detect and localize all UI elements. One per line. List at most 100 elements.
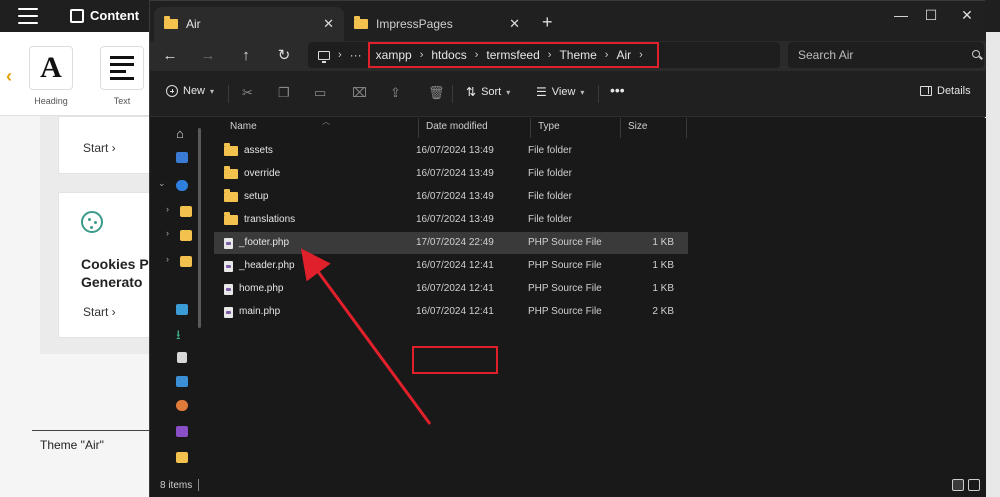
search-box[interactable] xyxy=(788,42,984,68)
widget-text[interactable] xyxy=(100,46,144,90)
file-row[interactable]: home.php 16/07/2024 12:41 PHP Source File 1… xyxy=(214,278,688,300)
file-date: 16/07/2024 13:49 xyxy=(416,214,494,225)
breadcrumb-htdocs[interactable]: htdocs xyxy=(431,48,466,62)
file-size: 1 KB xyxy=(652,283,674,294)
close-window-icon[interactable]: ✕ xyxy=(952,7,982,24)
cut-icon[interactable]: ✂ xyxy=(242,85,253,101)
theme-label: Theme "Air" xyxy=(40,438,104,452)
cms-content-title[interactable]: Content xyxy=(70,8,139,23)
widget-text-label: Text xyxy=(113,96,131,106)
column-header-date[interactable]: Date modified xyxy=(418,118,530,138)
documents-icon[interactable] xyxy=(177,352,187,363)
navpane-scrollbar[interactable] xyxy=(198,128,201,328)
onedrive-cloud-icon[interactable] xyxy=(176,180,188,191)
search-input[interactable] xyxy=(798,48,958,62)
paste-icon[interactable]: ▭ xyxy=(314,85,326,101)
breadcrumb-termsfeed[interactable]: termsfeed xyxy=(486,48,539,62)
cms-card: Start › xyxy=(58,116,150,174)
column-separator[interactable] xyxy=(686,118,687,138)
file-name: _footer.php xyxy=(239,237,290,248)
details-button[interactable]: Details xyxy=(920,85,971,97)
address-bar[interactable]: › ··· xampp › htdocs › termsfeed › Theme… xyxy=(308,42,780,68)
chevron-right-icon[interactable]: › xyxy=(548,49,552,61)
chevron-right-icon[interactable]: › xyxy=(166,204,169,214)
card-start-link[interactable]: Start › xyxy=(83,141,116,155)
file-row[interactable]: setup 16/07/2024 13:49 File folder xyxy=(214,186,688,208)
chevron-right-icon[interactable]: › xyxy=(166,254,169,264)
sort-button[interactable]: ⇅ Sort ▾ xyxy=(466,85,510,99)
column-header-type[interactable]: Type xyxy=(530,118,620,138)
hamburger-menu-icon[interactable] xyxy=(18,8,38,24)
close-tab-icon[interactable]: ✕ xyxy=(323,16,334,32)
file-row[interactable]: _header.php 16/07/2024 12:41 PHP Source Fi… xyxy=(214,255,688,277)
minimize-icon[interactable]: — xyxy=(886,7,916,23)
share-icon[interactable]: ⇪ xyxy=(390,85,401,101)
back-arrow-icon[interactable]: ← xyxy=(158,45,182,67)
chevron-right-icon[interactable]: › xyxy=(605,49,609,61)
new-button[interactable]: New ▾ xyxy=(166,85,214,97)
music-icon[interactable] xyxy=(176,400,188,411)
tab-air[interactable]: Air ✕ xyxy=(154,7,344,41)
column-header-size[interactable]: Size xyxy=(620,118,686,138)
videos-icon[interactable] xyxy=(176,426,188,437)
copy-icon[interactable]: ❐ xyxy=(278,85,290,101)
card-start-link[interactable]: Start › xyxy=(83,305,116,319)
tab-bar: Air ✕ ImpressPages ✕ + — ☐ ✕ xyxy=(150,1,986,41)
chevron-right-icon[interactable]: › xyxy=(475,49,479,61)
chevron-right-icon[interactable]: › xyxy=(166,228,169,238)
breadcrumb-theme[interactable]: Theme xyxy=(559,48,596,62)
folder-icon xyxy=(224,189,238,202)
file-list: Name ︿ Date modified Type Size assets 16/… xyxy=(206,117,986,473)
details-view-icon[interactable] xyxy=(952,479,964,491)
file-row[interactable]: assets 16/07/2024 13:49 File folder xyxy=(214,140,688,162)
view-button[interactable]: ☰ View ▾ xyxy=(536,85,584,99)
breadcrumb-air[interactable]: Air xyxy=(616,48,631,62)
file-name-cell: _footer.php xyxy=(224,232,289,254)
cms-card-cookies: Cookies P Generato Start › xyxy=(58,192,150,338)
file-date: 16/07/2024 13:49 xyxy=(416,145,494,156)
refresh-icon[interactable]: ↻ xyxy=(272,45,296,67)
chevron-right-icon[interactable]: › xyxy=(639,49,643,61)
maximize-icon[interactable]: ☐ xyxy=(916,7,946,24)
background-scroll-strip xyxy=(985,32,1000,497)
delete-icon[interactable]: 🗑 xyxy=(428,85,445,101)
search-icon[interactable] xyxy=(972,50,980,58)
rename-icon[interactable]: ⌧ xyxy=(352,85,367,101)
file-row[interactable]: _footer.php 17/07/2024 22:49 PHP Source Fi… xyxy=(214,232,688,254)
file-date: 16/07/2024 12:41 xyxy=(416,306,494,317)
up-arrow-icon[interactable]: ↑ xyxy=(234,45,258,67)
file-type: PHP Source File xyxy=(528,306,602,317)
chevron-right-icon[interactable]: › xyxy=(338,49,342,61)
widget-heading[interactable]: A xyxy=(29,46,73,90)
large-icons-view-icon[interactable] xyxy=(968,479,980,491)
command-bar: New ▾ ✂ ❐ ▭ ⌧ ⇪ 🗑 ⇅ Sort ▾ ☰ View ▾ ••• … xyxy=(150,71,986,117)
text-lines-icon xyxy=(110,56,134,80)
folder-icon[interactable] xyxy=(180,230,192,241)
pictures-icon[interactable] xyxy=(176,376,188,387)
close-tab-icon[interactable]: ✕ xyxy=(509,16,520,32)
downloads-icon[interactable]: ⭳ xyxy=(176,326,181,348)
gallery-icon[interactable] xyxy=(176,152,188,163)
breadcrumb-xampp[interactable]: xampp xyxy=(376,48,412,62)
folder-icon[interactable] xyxy=(176,452,188,463)
home-icon[interactable]: ⌂ xyxy=(176,126,184,141)
more-crumbs-icon[interactable]: ··· xyxy=(350,48,362,62)
folder-icon[interactable] xyxy=(180,256,192,267)
tab-impresspages[interactable]: ImpressPages ✕ xyxy=(344,7,530,41)
chevron-down-icon[interactable]: ⌄ xyxy=(158,178,166,189)
file-date: 16/07/2024 13:49 xyxy=(416,168,494,179)
column-header-name[interactable]: Name xyxy=(222,118,418,138)
new-tab-plus-icon[interactable]: + xyxy=(542,13,553,31)
chevron-left-icon[interactable]: ‹ xyxy=(6,66,12,87)
php-file-icon xyxy=(224,260,233,272)
folder-icon[interactable] xyxy=(180,206,192,217)
sort-ascending-icon: ︿ xyxy=(322,117,330,126)
more-options-icon[interactable]: ••• xyxy=(610,82,625,98)
file-row[interactable]: main.php 16/07/2024 12:41 PHP Source File 2… xyxy=(214,301,688,323)
file-row[interactable]: override 16/07/2024 13:49 File folder xyxy=(214,163,688,185)
desktop-icon[interactable] xyxy=(176,304,188,315)
file-row[interactable]: translations 16/07/2024 13:49 File folder xyxy=(214,209,688,231)
this-pc-icon[interactable] xyxy=(318,50,330,63)
forward-arrow-icon[interactable]: → xyxy=(196,45,220,67)
chevron-right-icon[interactable]: › xyxy=(420,49,424,61)
